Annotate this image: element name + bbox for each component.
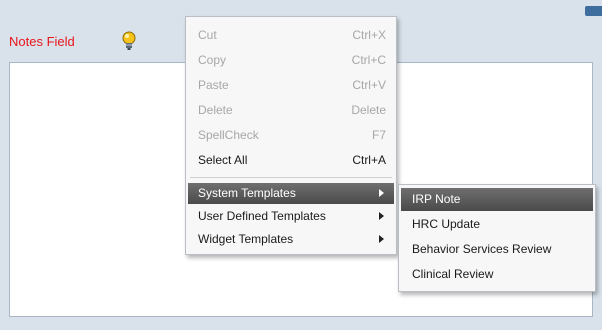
menu-item-spellcheck[interactable]: SpellCheck F7 [186, 123, 396, 147]
menu-item-label: System Templates [198, 186, 296, 200]
chevron-right-icon [379, 212, 384, 220]
notes-panel: Notes Field Cut Ctrl+X Copy Ctrl+C Paste… [0, 0, 602, 330]
submenu-item-label: Behavior Services Review [412, 242, 552, 256]
menu-item-label: Widget Templates [198, 232, 294, 246]
submenu-item-clinical-review[interactable]: Clinical Review [401, 263, 593, 286]
menu-item-paste[interactable]: Paste Ctrl+V [186, 73, 396, 97]
submenu-item-behavior-services-review[interactable]: Behavior Services Review [401, 238, 593, 261]
menu-item-cut[interactable]: Cut Ctrl+X [186, 23, 396, 47]
submenu-item-hrc-update[interactable]: HRC Update [401, 213, 593, 236]
menu-item-shortcut: Ctrl+A [352, 153, 386, 167]
menu-item-label: Copy [198, 53, 227, 67]
menu-item-label: SpellCheck [198, 128, 259, 142]
lightbulb-icon[interactable] [121, 31, 137, 51]
menu-item-label: Select All [198, 153, 248, 167]
panel-corner-tab [585, 6, 602, 16]
context-menu: Cut Ctrl+X Copy Ctrl+C Paste Ctrl+V Dele… [185, 16, 397, 255]
menu-item-user-defined-templates[interactable]: User Defined Templates [188, 206, 394, 227]
menu-separator [190, 177, 392, 178]
menu-item-shortcut: Ctrl+X [352, 28, 386, 42]
submenu-item-label: Clinical Review [412, 267, 494, 281]
system-templates-submenu: IRP Note HRC Update Behavior Services Re… [398, 184, 596, 292]
notes-field-label: Notes Field [9, 34, 75, 49]
menu-item-shortcut: Delete [351, 103, 386, 117]
menu-item-label: User Defined Templates [198, 209, 326, 223]
submenu-item-irp-note[interactable]: IRP Note [401, 188, 593, 211]
menu-item-widget-templates[interactable]: Widget Templates [188, 229, 394, 250]
menu-item-select-all[interactable]: Select All Ctrl+A [186, 148, 396, 172]
menu-item-shortcut: Ctrl+V [352, 78, 386, 92]
menu-item-delete[interactable]: Delete Delete [186, 98, 396, 122]
menu-item-shortcut: Ctrl+C [351, 53, 386, 67]
menu-item-shortcut: F7 [371, 128, 386, 142]
submenu-item-label: HRC Update [412, 217, 481, 231]
menu-item-system-templates[interactable]: System Templates [188, 183, 394, 204]
chevron-right-icon [379, 235, 384, 243]
chevron-right-icon [379, 189, 384, 197]
menu-item-label: Paste [198, 78, 229, 92]
submenu-item-label: IRP Note [412, 192, 461, 206]
menu-item-copy[interactable]: Copy Ctrl+C [186, 48, 396, 72]
menu-item-label: Cut [198, 28, 217, 42]
menu-item-label: Delete [198, 103, 233, 117]
